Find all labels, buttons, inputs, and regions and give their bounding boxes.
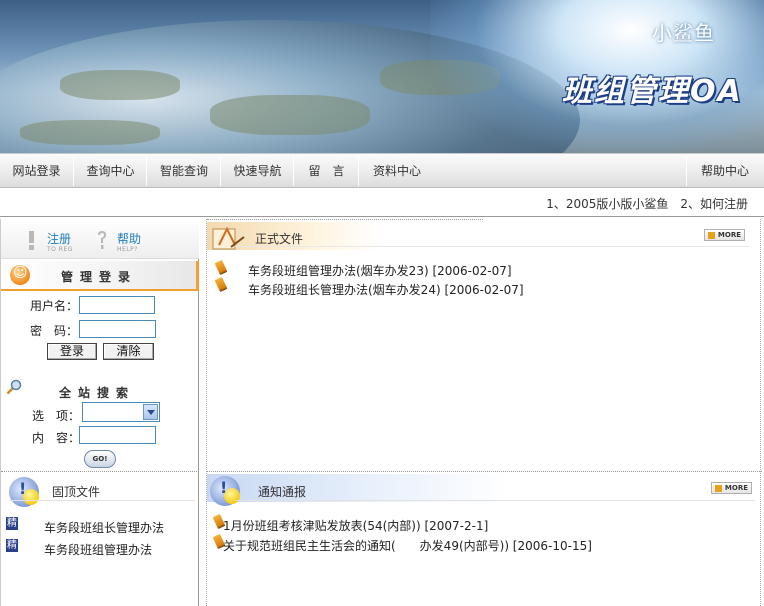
banner-land: [210, 95, 370, 135]
pinned-file-item[interactable]: 车务段班组长管理办法: [44, 519, 164, 536]
featured-badge-icon: 精: [6, 539, 18, 552]
notice-item[interactable]: 关于规范班组民主生活会的通知( 办发49(内部号)) [2006-10-15]: [223, 537, 592, 554]
header-banner: 小鲨鱼 班组管理OA: [0, 0, 764, 153]
notice-header-line: [235, 500, 755, 501]
notice-item[interactable]: 1月份班组考核津贴发放表(54(内部)) [2007-2-1]: [223, 517, 488, 534]
top-divider: [207, 219, 483, 220]
smiley-icon: [10, 265, 30, 285]
pinned-header-line: [9, 500, 195, 501]
banner-land: [20, 120, 160, 145]
chevron-down-icon[interactable]: [143, 404, 158, 420]
notice-icon: !: [210, 476, 240, 506]
nav-item-message[interactable]: 留 言: [295, 154, 358, 188]
username-input[interactable]: [79, 296, 155, 314]
notice-title: 通知通报: [258, 485, 307, 499]
login-button[interactable]: 登录: [47, 343, 97, 360]
nav-item-help-center[interactable]: 帮助中心: [688, 154, 762, 188]
nav-divider: [73, 156, 74, 186]
main-nav: 网站登录 查询中心 智能查询 快速导航 留 言 资料中心 帮助中心: [0, 153, 764, 188]
nav-item-quick-nav[interactable]: 快速导航: [222, 154, 293, 188]
register-link[interactable]: 注册: [47, 230, 71, 247]
search-content-input[interactable]: [79, 426, 156, 444]
search-option-label: 选 项：: [32, 409, 81, 423]
nav-item-smart-query[interactable]: 智能查询: [148, 154, 220, 188]
notice-more-button[interactable]: MORE: [711, 482, 752, 494]
smiley-icon: [224, 488, 240, 504]
register-sub-label: TO REG: [47, 246, 73, 253]
official-docs-more-button[interactable]: MORE: [704, 229, 745, 241]
magnifier-icon: [6, 379, 22, 395]
announcement-text[interactable]: 1、2005版小版小鲨鱼 2、如何注册: [546, 195, 748, 212]
pinned-files-title: 固顶文件: [52, 485, 101, 499]
search-option-select[interactable]: [82, 402, 160, 422]
quick-links: 注册 TO REG 帮助 HELP?: [1, 219, 199, 259]
nav-item-query-center[interactable]: 查询中心: [75, 154, 146, 188]
login-section-header: 管理登录: [1, 261, 199, 291]
announcement-bar: 1、2005版小版小鲨鱼 2、如何注册: [0, 189, 764, 217]
main-content: 正式文件 MORE 车务段班组管理办法(烟车办发23) [2006-02-07]…: [206, 219, 762, 606]
help-sub-label: HELP?: [117, 246, 138, 253]
nav-divider: [686, 156, 687, 186]
official-docs-title: 正式文件: [255, 232, 304, 246]
search-content-label: 内 容：: [32, 431, 81, 445]
nav-divider: [146, 156, 147, 186]
banner-land: [60, 70, 180, 100]
site-search-title: 全站搜索: [59, 386, 136, 400]
section-divider: [207, 471, 762, 472]
search-go-button[interactable]: GO!: [84, 450, 116, 468]
nav-item-login[interactable]: 网站登录: [0, 154, 73, 188]
official-doc-item[interactable]: 车务段班组长管理办法(烟车办发24) [2006-02-07]: [248, 281, 524, 298]
register-icon: [29, 231, 34, 250]
official-header-line: [235, 246, 749, 247]
document-pen-icon: [212, 226, 245, 250]
pencil-icon: [214, 276, 228, 293]
help-icon: [98, 231, 106, 249]
section-divider: [1, 471, 199, 472]
left-sidebar: 注册 TO REG 帮助 HELP? 管理登录 用户名： 密 码： 登录 清除 …: [0, 219, 199, 606]
login-title: 管理登录: [61, 270, 138, 284]
official-doc-item[interactable]: 车务段班组管理办法(烟车办发23) [2006-02-07]: [248, 262, 512, 279]
username-label: 用户名：: [30, 299, 79, 313]
featured-badge-icon: 精: [6, 517, 18, 530]
nav-divider: [358, 156, 359, 186]
site-title: 班组管理OA: [562, 74, 743, 109]
pencil-icon: [214, 259, 228, 276]
clear-button[interactable]: 清除: [103, 343, 154, 360]
nav-item-resource-center[interactable]: 资料中心: [360, 154, 434, 188]
password-label: 密 码：: [30, 324, 79, 338]
smiley-icon: [23, 489, 39, 505]
pinned-files-icon: !: [9, 477, 39, 507]
help-link[interactable]: 帮助: [117, 230, 141, 247]
pinned-file-item[interactable]: 车务段班组管理办法: [44, 541, 152, 558]
notice-header: [207, 474, 507, 502]
password-input[interactable]: [79, 320, 156, 338]
nav-divider: [220, 156, 221, 186]
nav-divider: [293, 156, 294, 186]
site-subtitle: 小鲨鱼: [652, 21, 715, 45]
